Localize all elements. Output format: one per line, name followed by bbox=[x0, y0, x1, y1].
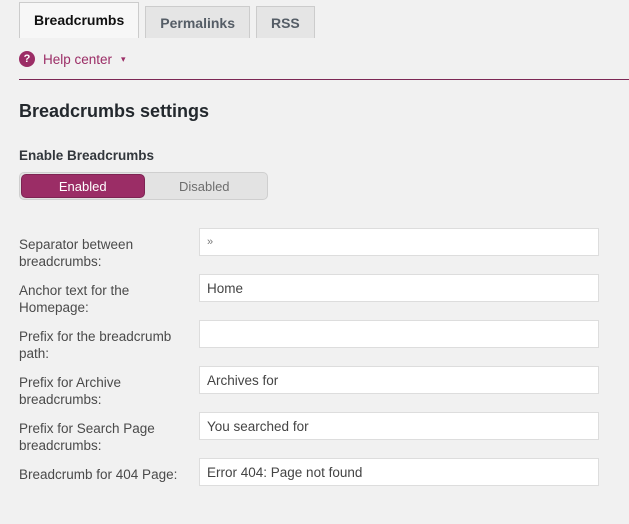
input-search-prefix[interactable]: You searched for bbox=[199, 412, 599, 440]
label-homepage-anchor: Anchor text for the Homepage: bbox=[19, 283, 130, 315]
tab-permalinks[interactable]: Permalinks bbox=[145, 6, 250, 38]
settings-form: Separator between breadcrumbs: » Anchor … bbox=[0, 228, 629, 504]
field-row-path-prefix: Prefix for the breadcrumb path: bbox=[0, 320, 629, 366]
toggle-option-enabled[interactable]: Enabled bbox=[22, 175, 144, 197]
label-archive-prefix: Prefix for Archive breadcrumbs: bbox=[19, 375, 122, 407]
question-mark-circle-icon: ? bbox=[19, 51, 35, 67]
tab-breadcrumbs[interactable]: Breadcrumbs bbox=[19, 2, 140, 38]
field-row-search-prefix: Prefix for Search Page breadcrumbs: You … bbox=[0, 412, 629, 458]
input-404[interactable]: Error 404: Page not found bbox=[199, 458, 599, 486]
label-404: Breadcrumb for 404 Page: bbox=[19, 467, 178, 482]
enable-breadcrumbs-label: Enable Breadcrumbs bbox=[19, 148, 155, 163]
input-separator[interactable]: » bbox=[199, 228, 599, 256]
help-center-label: Help center bbox=[43, 51, 113, 67]
page-title: Breadcrumbs settings bbox=[19, 101, 210, 121]
field-row-homepage-anchor: Anchor text for the Homepage: Home bbox=[0, 274, 629, 320]
input-homepage-anchor[interactable]: Home bbox=[199, 274, 599, 302]
field-row-separator: Separator between breadcrumbs: » bbox=[0, 228, 629, 274]
help-center-menu[interactable]: ? Help center ▾ bbox=[19, 48, 126, 70]
chevron-down-icon: ▾ bbox=[121, 53, 126, 64]
tab-strip: Breadcrumbs Permalinks RSS bbox=[0, 0, 629, 38]
toggle-option-disabled[interactable]: Disabled bbox=[144, 175, 266, 197]
enable-breadcrumbs-toggle[interactable]: Enabled Disabled bbox=[19, 172, 268, 200]
input-archive-prefix[interactable]: Archives for bbox=[199, 366, 599, 394]
header-divider bbox=[19, 79, 629, 80]
label-search-prefix: Prefix for Search Page breadcrumbs: bbox=[19, 421, 155, 453]
label-path-prefix: Prefix for the breadcrumb path: bbox=[19, 329, 172, 361]
field-row-404: Breadcrumb for 404 Page: Error 404: Page… bbox=[0, 458, 629, 504]
tab-rss[interactable]: RSS bbox=[255, 6, 315, 38]
field-row-archive-prefix: Prefix for Archive breadcrumbs: Archives… bbox=[0, 366, 629, 412]
input-path-prefix[interactable] bbox=[199, 320, 599, 348]
label-separator: Separator between breadcrumbs: bbox=[19, 237, 134, 269]
